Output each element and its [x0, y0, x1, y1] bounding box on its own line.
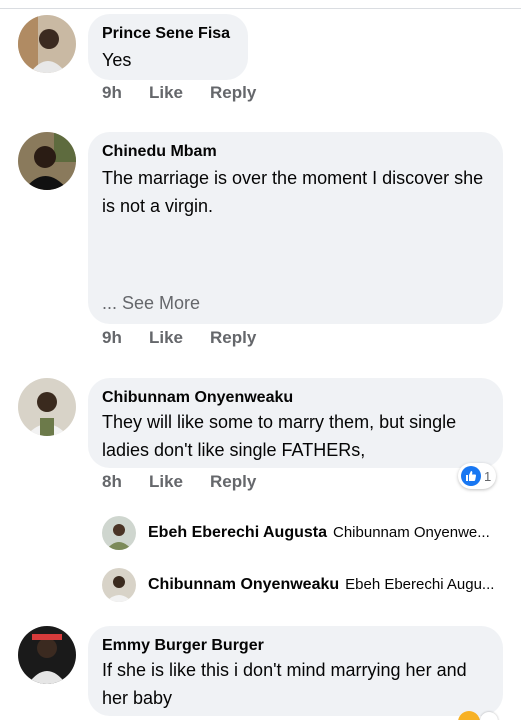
- commenter-name[interactable]: Emmy Burger Burger: [102, 637, 264, 655]
- comment-bubble: Chinedu Mbam The marriage is over the mo…: [88, 132, 503, 324]
- commenter-name[interactable]: Chibunnam Onyenweaku: [102, 389, 293, 407]
- see-more-link[interactable]: ... See More: [102, 293, 200, 314]
- reply-summary: Chibunnam Onyenweaku Ebeh Eberechi Augu..…: [148, 576, 494, 594]
- comment-text: If she is like this i don't mind marryin…: [102, 660, 467, 708]
- avatar[interactable]: [18, 626, 76, 684]
- comment-text: Yes: [102, 50, 132, 70]
- reply-author[interactable]: Ebeh Eberechi Augusta: [148, 524, 327, 541]
- thumbs-up-icon: [461, 466, 481, 486]
- reply-summary: Ebeh Eberechi Augusta Chibunnam Onyenwe..…: [148, 524, 490, 542]
- reply-preview: Ebeh Eberechi Augu...: [345, 576, 495, 593]
- reply-preview: Chibunnam Onyenwe...: [333, 524, 490, 541]
- comment-bubble: Prince Sene Fisa Yes: [88, 14, 248, 80]
- reply-button[interactable]: Reply: [210, 328, 256, 348]
- avatar[interactable]: [102, 516, 136, 550]
- commenter-name[interactable]: Chinedu Mbam: [102, 143, 217, 161]
- like-button[interactable]: Like: [149, 472, 183, 492]
- comment-text: They will like some to marry them, but s…: [102, 412, 457, 460]
- avatar[interactable]: [18, 15, 76, 73]
- reply-button[interactable]: Reply: [210, 472, 256, 492]
- reply-author[interactable]: Chibunnam Onyenweaku: [148, 576, 339, 593]
- avatar[interactable]: [18, 378, 76, 436]
- timestamp[interactable]: 9h: [102, 328, 122, 348]
- reaction-bubble-icon: [480, 712, 498, 720]
- comment-bubble: Emmy Burger Burger If she is like this i…: [88, 626, 503, 716]
- avatar[interactable]: [102, 568, 136, 602]
- reaction-badge[interactable]: 1: [458, 463, 497, 489]
- like-button[interactable]: Like: [149, 328, 183, 348]
- comment-bubble: Chibunnam Onyenweaku They will like some…: [88, 378, 503, 468]
- avatar[interactable]: [18, 132, 76, 190]
- commenter-name[interactable]: Prince Sene Fisa: [102, 25, 230, 43]
- comment-text: The marriage is over the moment I discov…: [102, 168, 484, 216]
- reaction-count: 1: [484, 468, 492, 484]
- reply-button[interactable]: Reply: [210, 83, 256, 103]
- like-button[interactable]: Like: [149, 83, 183, 103]
- top-divider: [0, 8, 521, 9]
- timestamp[interactable]: 8h: [102, 472, 122, 492]
- timestamp[interactable]: 9h: [102, 83, 122, 103]
